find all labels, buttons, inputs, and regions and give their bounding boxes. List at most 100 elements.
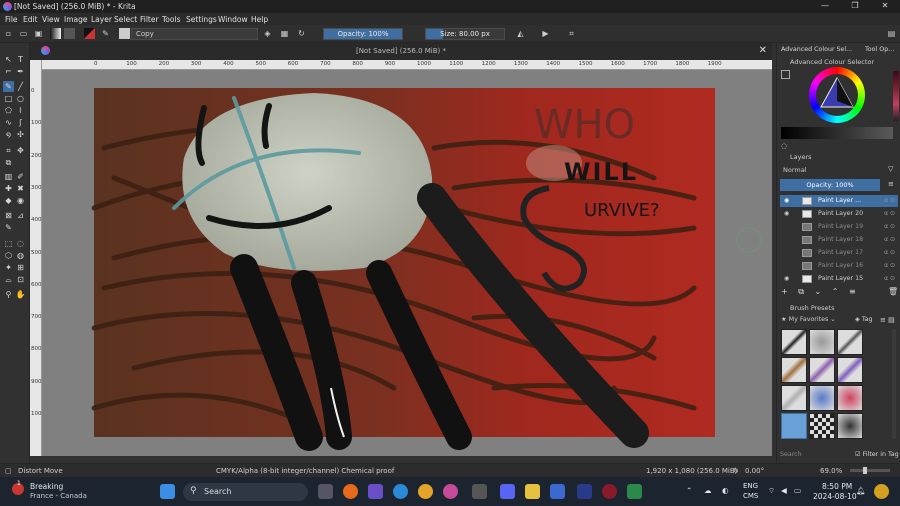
edit-shapes-icon[interactable]: ⌐ xyxy=(3,66,14,77)
bezier-select-icon[interactable]: ⌓ xyxy=(3,274,14,285)
line-tool-icon[interactable]: ╱ xyxy=(15,81,26,92)
input-method[interactable]: CMS xyxy=(743,492,758,500)
onedrive-icon[interactable]: ☁ xyxy=(704,486,712,495)
brush-preset-selected[interactable] xyxy=(781,413,807,439)
save-icon[interactable]: ▣ xyxy=(33,28,44,39)
app-icon[interactable] xyxy=(627,484,642,499)
colour-history-strip[interactable] xyxy=(893,71,899,121)
app-icon[interactable] xyxy=(368,484,383,499)
contiguous-select-icon[interactable]: ✦ xyxy=(3,262,14,273)
gradient-tool-icon[interactable]: ▥ xyxy=(3,171,14,182)
colorize-mask-icon[interactable]: ✖ xyxy=(15,183,26,194)
reload-preset-icon[interactable]: ↻ xyxy=(296,28,307,39)
brush-preset[interactable] xyxy=(781,329,807,355)
polygon-tool-icon[interactable]: ⬠ xyxy=(3,105,14,116)
bezier-tool-icon[interactable]: ∿ xyxy=(3,117,14,128)
freehand-brush-icon[interactable]: ✎ xyxy=(3,81,14,92)
alpha-lock-icon[interactable]: ▦ xyxy=(279,28,290,39)
delete-layer-icon[interactable]: 🗑 xyxy=(888,287,898,296)
discord-icon[interactable] xyxy=(500,484,515,499)
menu-select[interactable]: Select xyxy=(114,15,137,24)
color-picker-icon[interactable]: ✐ xyxy=(15,171,26,182)
wifi-icon[interactable]: ⌔ xyxy=(768,486,775,496)
news-title[interactable]: Breaking xyxy=(30,482,63,491)
taskbar-search-box[interactable]: ⚲ Search xyxy=(183,483,308,501)
polygon-select-icon[interactable]: ⬡ xyxy=(3,250,14,261)
layer-row[interactable]: Paint Layer 19 α ⊙ xyxy=(780,221,898,233)
colour-triangle[interactable] xyxy=(817,75,857,115)
gray-slider[interactable] xyxy=(781,127,893,139)
krita-taskbar-icon[interactable] xyxy=(443,484,458,499)
clock-date[interactable]: 2024-08-10 xyxy=(813,492,857,501)
menu-edit[interactable]: Edit xyxy=(23,15,38,24)
brush-preset[interactable] xyxy=(809,329,835,355)
notification-bell-icon[interactable]: 🔔︎ xyxy=(856,486,866,495)
layer-row[interactable]: Paint Layer 17 α ⊙ xyxy=(780,247,898,259)
image-size-status[interactable]: 1,920 x 1,080 (256.0 MiB) xyxy=(646,467,737,475)
menu-tools[interactable]: Tools xyxy=(162,15,180,24)
brush-search-input[interactable]: Search xyxy=(780,451,850,458)
menu-settings[interactable]: Settings xyxy=(186,15,217,24)
brush-preset[interactable] xyxy=(809,385,835,411)
size-slider[interactable]: Size: 80.00 px xyxy=(425,28,505,40)
freehand-path-icon[interactable]: ʃ xyxy=(15,117,26,128)
canvas-svg[interactable]: WHO WILL URVIVE? xyxy=(42,70,772,456)
menu-image[interactable]: Image xyxy=(64,15,88,24)
layer-blend-select[interactable]: Normal xyxy=(780,165,880,176)
layer-row[interactable]: ◉ Paint Layer ... α ⊙ xyxy=(780,195,898,207)
close-document-button[interactable]: ✕ xyxy=(759,45,767,56)
assistant-tool-icon[interactable]: ⊠ xyxy=(3,210,14,221)
tray-app-icon[interactable]: ◐ xyxy=(722,486,729,495)
blend-mode-select[interactable]: Copy xyxy=(131,28,258,40)
menu-file[interactable]: File xyxy=(5,15,18,24)
store-icon[interactable] xyxy=(550,484,565,499)
layer-row[interactable]: ◉ Paint Layer 20 α ⊙ xyxy=(780,208,898,220)
menu-window[interactable]: Window xyxy=(218,15,248,24)
rotate-icon[interactable]: ↻ xyxy=(733,467,739,475)
pan-tool-icon[interactable]: ✋ xyxy=(15,289,26,300)
rect-select-icon[interactable]: ⬚ xyxy=(3,238,14,249)
zoom-slider[interactable] xyxy=(850,467,890,474)
layer-filter-icon[interactable]: ▽ xyxy=(888,165,893,173)
maximize-button[interactable]: ❐ xyxy=(840,1,870,12)
task-view-icon[interactable] xyxy=(318,484,333,499)
canvas-area[interactable]: WHO WILL URVIVE? xyxy=(42,70,772,456)
outline-select-icon[interactable]: ◍ xyxy=(15,250,26,261)
mirror-horizontal-icon[interactable]: ◭ xyxy=(515,28,526,39)
minimize-button[interactable]: — xyxy=(810,1,840,12)
chrome-icon[interactable] xyxy=(418,484,433,499)
colour-wheel[interactable] xyxy=(809,67,865,123)
layer-opacity-slider[interactable]: Opacity: 100% xyxy=(780,179,880,191)
color-space-status[interactable]: CMYK/Alpha (8-bit integer/channel) Chemi… xyxy=(216,467,394,475)
dynamic-brush-icon[interactable]: ໑ xyxy=(3,129,14,140)
clock-time[interactable]: 8:50 PM xyxy=(822,482,852,491)
app-icon[interactable] xyxy=(602,484,617,499)
tray-chevron-icon[interactable]: ⌃ xyxy=(686,486,692,495)
layer-row[interactable]: ◉ Paint Layer 15 α ⊙ xyxy=(780,273,898,285)
calligraphy-icon[interactable]: ✒ xyxy=(15,66,26,77)
fill-tool-icon[interactable]: ◆ xyxy=(3,195,14,206)
gradient-swatch[interactable] xyxy=(50,28,61,39)
brush-view-icon[interactable]: ≡ ▤ xyxy=(880,316,895,324)
eraser-icon[interactable]: ◈ xyxy=(262,28,273,39)
brush-preset[interactable] xyxy=(837,357,863,383)
brush-preset[interactable] xyxy=(781,357,807,383)
brush-preset[interactable] xyxy=(809,357,835,383)
wrap-around-icon[interactable]: ⌗ xyxy=(566,28,577,39)
menu-help[interactable]: Help xyxy=(251,15,268,24)
opacity-slider[interactable]: Opacity: 100% xyxy=(323,28,403,40)
select-shapes-icon[interactable]: ↖ xyxy=(3,54,14,65)
copilot-icon[interactable] xyxy=(874,484,889,499)
edit-brush-icon[interactable]: ✎ xyxy=(100,28,111,39)
layer-row[interactable]: Paint Layer 16 α ⊙ xyxy=(780,260,898,272)
tab-tool-options[interactable]: Tool Op... xyxy=(865,46,894,53)
brush-preset[interactable] xyxy=(781,385,807,411)
move-tool-icon[interactable]: ✥ xyxy=(15,145,26,156)
zoom-status[interactable]: 69.0% xyxy=(820,467,842,475)
colour-refresh-icon[interactable]: ◌ xyxy=(781,142,787,150)
favorites-select[interactable]: ★ My Favorites ⌄ xyxy=(781,316,851,326)
roblox-icon[interactable] xyxy=(472,484,487,499)
tag-button[interactable]: ◈ Tag xyxy=(855,316,873,323)
zoom-handle[interactable] xyxy=(863,467,867,474)
battery-icon[interactable]: ▭ xyxy=(794,486,801,495)
